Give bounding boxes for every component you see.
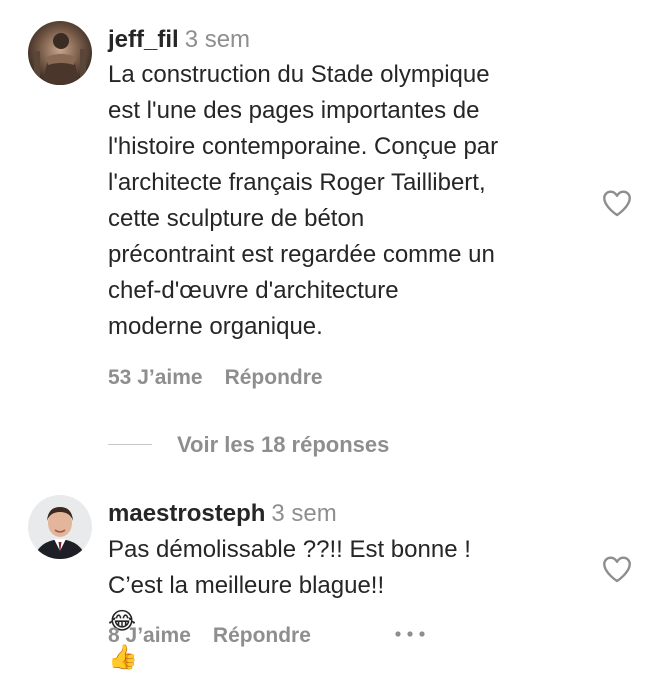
comment-text-line: Pas démolissable ??!! Est bonne ! — [108, 536, 471, 563]
comment-text-line-with-emoji: C’est la meilleure blague!! 😂 👍 — [108, 568, 598, 676]
reply-button[interactable]: Répondre — [213, 624, 311, 647]
username[interactable]: maestrosteph — [108, 500, 265, 527]
user-avatar-photo-icon — [28, 495, 92, 559]
comment-text: Pas démolissable ??!! Est bonne ! C’est … — [108, 532, 598, 676]
avatar[interactable] — [28, 495, 92, 559]
comment-text-line: C’est la meilleure blague!! — [108, 572, 385, 599]
timestamp[interactable]: 3 sem — [271, 500, 336, 527]
comment-header: maestrosteph 3 sem — [108, 499, 337, 529]
heart-outline-icon — [603, 556, 631, 583]
comment-actions: 8 J’aime Répondre — [108, 624, 333, 648]
comment-maestrosteph: maestrosteph 3 sem Pas démolissable ??!! … — [0, 0, 668, 676]
more-options-button[interactable] — [392, 622, 428, 646]
more-options-icon — [395, 631, 425, 637]
likes-count[interactable]: 8 J’aime — [108, 624, 191, 647]
like-button[interactable] — [600, 552, 634, 586]
